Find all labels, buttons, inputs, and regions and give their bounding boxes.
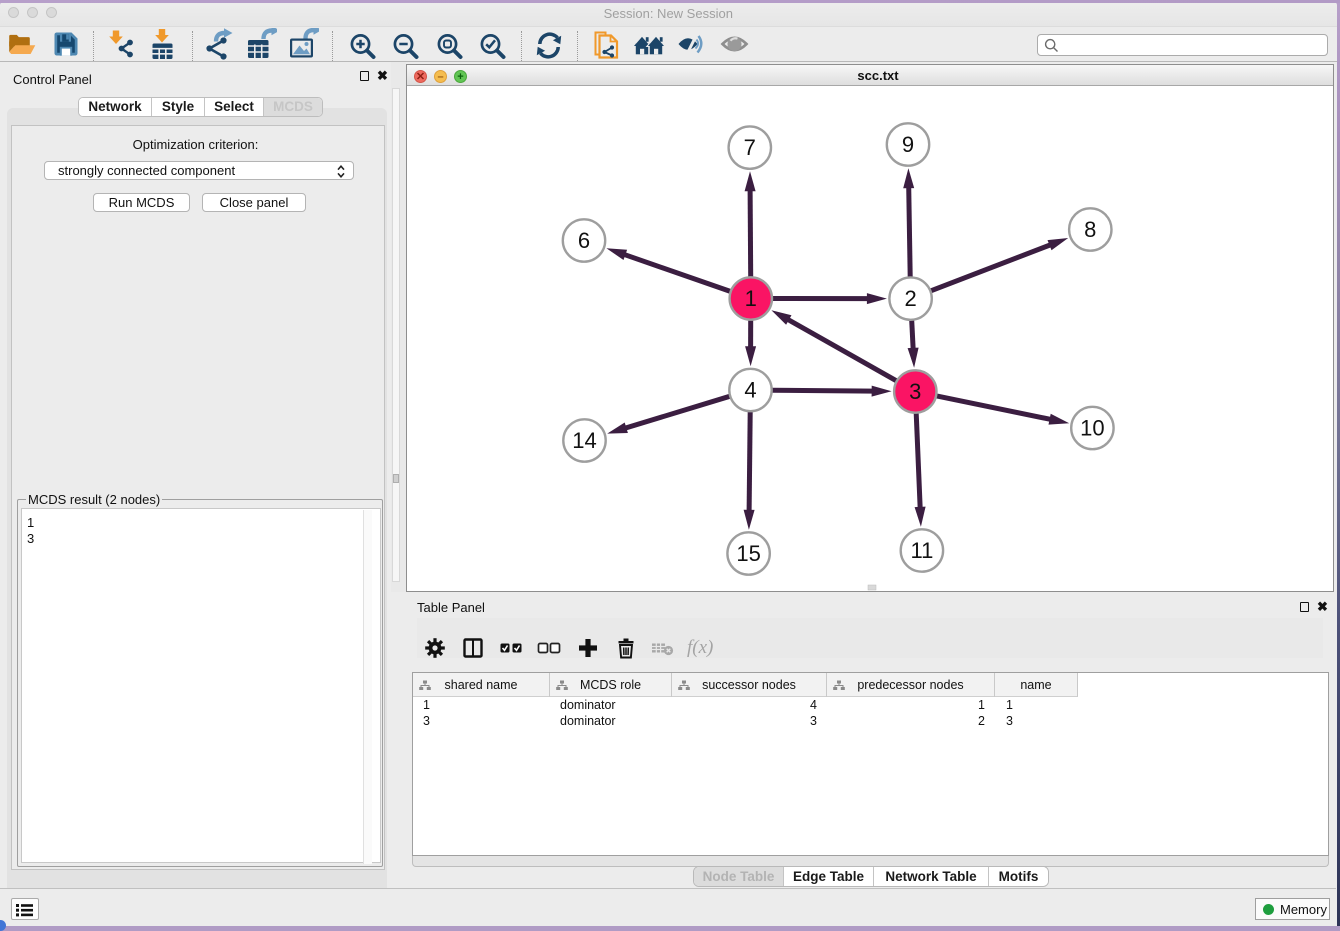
svg-text:1: 1 — [745, 286, 757, 311]
svg-text:8: 8 — [1084, 217, 1096, 242]
svg-text:15: 15 — [736, 541, 760, 566]
svg-text:10: 10 — [1080, 416, 1104, 441]
svg-text:7: 7 — [744, 135, 756, 160]
svg-text:11: 11 — [910, 538, 933, 563]
svg-text:3: 3 — [909, 379, 921, 404]
svg-text:9: 9 — [902, 132, 914, 157]
svg-text:4: 4 — [744, 378, 756, 403]
svg-text:14: 14 — [572, 428, 596, 453]
svg-text:6: 6 — [578, 228, 590, 253]
svg-text:2: 2 — [904, 286, 916, 311]
